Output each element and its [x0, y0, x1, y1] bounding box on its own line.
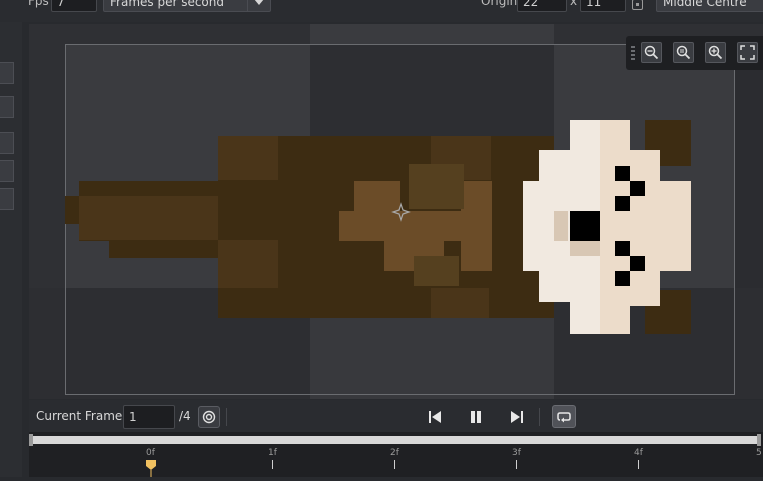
timeline-scrollbar[interactable]	[29, 434, 761, 446]
tick-label-5: 5	[756, 448, 762, 458]
tick-label-0: 0f	[146, 448, 155, 458]
timeline-tick	[394, 460, 395, 469]
left-tool-button-3[interactable]	[0, 132, 14, 154]
fps-input[interactable]: 7	[51, 0, 97, 12]
fps-unit-dropdown[interactable]: Frames per second	[103, 0, 271, 12]
timeline[interactable]: 0f 1f 2f 3f 4f 5	[29, 432, 763, 477]
origin-preset-value: Middle Centre	[663, 0, 747, 9]
left-tool-button-5[interactable]	[0, 188, 14, 210]
skip-back-icon	[429, 411, 441, 423]
playhead[interactable]	[146, 460, 156, 477]
onion-skin-button[interactable]	[198, 406, 220, 428]
zoom-reset-button[interactable]	[673, 42, 694, 63]
next-frame-button[interactable]	[505, 406, 529, 428]
origin-preset-dropdown[interactable]: Middle Centre	[656, 0, 763, 12]
zoom-in-button[interactable]	[705, 42, 726, 63]
left-tool-button-4[interactable]	[0, 160, 14, 182]
dropdown-button[interactable]	[247, 0, 270, 11]
left-tool-button-2[interactable]	[0, 96, 14, 118]
timeline-tick	[516, 460, 517, 469]
loop-toggle-button[interactable]	[552, 405, 576, 428]
total-frames-label: /4	[179, 409, 191, 423]
zoom-in-icon	[708, 45, 723, 60]
pause-button[interactable]	[464, 406, 488, 428]
chevron-down-icon	[254, 0, 264, 5]
fps-unit-value: Frames per second	[110, 0, 224, 9]
tick-label-1: 1f	[268, 448, 277, 458]
divider	[226, 408, 227, 426]
zoom-out-button[interactable]	[641, 42, 662, 63]
previous-frame-button[interactable]	[423, 406, 447, 428]
tick-label-4: 4f	[634, 448, 643, 458]
fps-label: Fps	[28, 0, 49, 8]
loop-icon	[557, 411, 571, 422]
tick-label-2: 2f	[390, 448, 399, 458]
left-tool-button-1[interactable]	[0, 62, 14, 84]
zoom-toolbar	[626, 36, 763, 70]
fullscreen-icon	[740, 45, 755, 60]
tick-label-3: 3f	[512, 448, 521, 458]
playback-controls: Current Frame: 1 /4	[29, 400, 763, 432]
origin-label: Origin	[481, 0, 518, 8]
zoom-out-icon	[644, 45, 659, 60]
skip-forward-icon	[511, 411, 523, 423]
playhead-marker-icon	[146, 460, 156, 477]
timeline-tick	[272, 460, 273, 469]
onion-skin-icon	[202, 410, 216, 424]
scrollbar-handle-right[interactable]	[757, 434, 761, 446]
current-frame-label: Current Frame:	[36, 409, 127, 423]
pause-icon	[471, 411, 481, 423]
sprite-toolbar: Fps 7 Frames per second Origin 22 x 11 M…	[0, 0, 763, 22]
origin-x-input[interactable]: 22	[517, 0, 567, 12]
scrollbar-handle-left[interactable]	[29, 434, 33, 446]
timeline-tick	[638, 460, 639, 469]
sprite-pixel-art	[65, 120, 691, 334]
fullscreen-button[interactable]	[737, 42, 758, 63]
left-tool-strip	[0, 22, 22, 477]
drag-handle-icon[interactable]	[631, 46, 635, 60]
current-frame-input[interactable]: 1	[123, 405, 175, 429]
divider	[539, 408, 540, 426]
origin-lock-icon[interactable]	[632, 0, 643, 10]
origin-separator: x	[570, 0, 578, 8]
zoom-reset-icon	[676, 45, 691, 60]
origin-y-input[interactable]: 11	[580, 0, 626, 12]
sprite-canvas[interactable]	[29, 24, 763, 399]
